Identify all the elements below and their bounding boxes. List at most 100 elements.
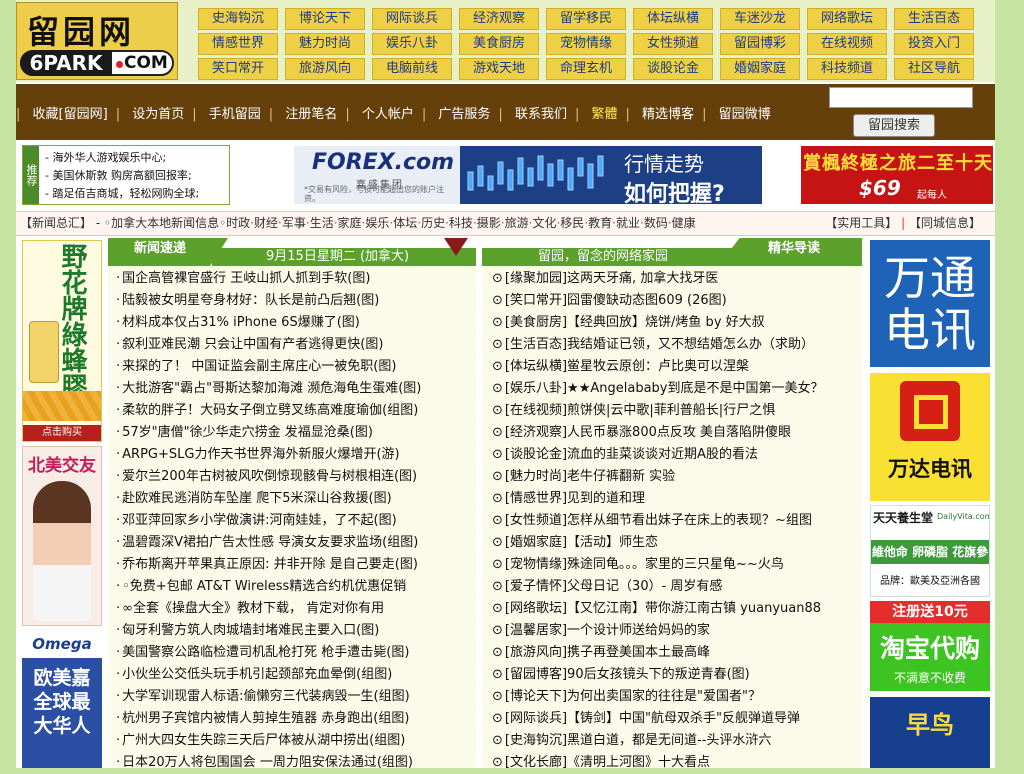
article-link[interactable]: 国企高管裸官盛行 王岐山抓人抓到手软(图) [122, 271, 370, 286]
article-link[interactable]: [博论天下]为何出卖国家的往往是"爱国者"？ [505, 689, 761, 704]
category-link[interactable]: 在线视频 [807, 33, 887, 55]
nav-weibo[interactable]: 留园微博 [719, 107, 771, 122]
article-link[interactable]: 美国警察公路临检遭司机乱枪打死 枪手遭击毙(图) [122, 645, 409, 660]
category-link[interactable]: 留园博彩 [720, 33, 800, 55]
category-link[interactable]: 网际谈兵 [372, 8, 452, 30]
news-category-link[interactable]: 历史 [421, 216, 445, 230]
category-link[interactable]: 娱乐八卦 [372, 33, 452, 55]
news-category-link[interactable]: 科技 [449, 216, 473, 230]
news-category-link[interactable]: 娱乐 [365, 216, 389, 230]
category-link[interactable]: 体坛纵横 [633, 8, 713, 30]
article-link[interactable]: [在线视频]煎饼侠|云中歌|菲利普船长|行尸之惧 [505, 403, 775, 418]
news-category-link[interactable]: 文化 [532, 216, 556, 230]
category-link[interactable]: 博论天下 [285, 8, 365, 30]
wantong-ad[interactable]: 万通电讯 [870, 240, 990, 367]
article-link[interactable]: [女性频道]怎样从细节看出妹子在床上的表现？~组图 [505, 513, 812, 528]
category-link[interactable]: 旅游风向 [285, 58, 365, 80]
honey-ad[interactable]: 野花牌綠蜂膠 点击购买 [22, 240, 102, 442]
nav-traditional[interactable]: 繁體 [592, 107, 618, 122]
article-link[interactable]: [经济观察]人民币暴涨800点反攻 美自落陷阱傻眼 [505, 425, 791, 440]
category-link[interactable]: 命理玄机 [546, 58, 626, 80]
dating-ad[interactable]: 北美交友 [22, 446, 102, 626]
category-link[interactable]: 社区导航 [894, 58, 974, 80]
forex-banner-ad[interactable]: FOREX.com 嘉盛集团 *交易有风险，亏损可能超出您的账户注资。 行情走势… [294, 146, 762, 204]
nav-account[interactable]: 个人帐户 [362, 107, 414, 122]
category-link[interactable]: 电脑前线 [372, 58, 452, 80]
category-link[interactable]: 女性频道 [633, 33, 713, 55]
article-link[interactable]: [爱子情怀]父母日记（30）- 周岁有感 [505, 579, 723, 594]
article-link[interactable]: 邓亚萍回家乡小学做演讲:河南娃娃，了不起(图) [122, 513, 397, 528]
category-link[interactable]: 情感世界 [198, 33, 278, 55]
article-link[interactable]: 爱尔兰200年古树被风吹倒惊现骸骨与树根相连(图) [122, 469, 417, 484]
article-link[interactable]: [网络歌坛]【又忆江南】带你游江南古镇 yuanyuan88 [505, 601, 821, 616]
category-link[interactable]: 史海钩沉 [198, 8, 278, 30]
recommend-link[interactable]: - 海外华人游戏娱乐中心; [45, 149, 199, 167]
taobao-ad[interactable]: 注册送10元 淘宝代购 不满意不收费 [870, 601, 990, 691]
category-link[interactable]: 科技频道 [807, 58, 887, 80]
article-link[interactable]: 大学军训现雷人标语:偷懒穷三代装病毁一生(组图) [122, 689, 410, 704]
article-link[interactable]: 柔软的胖子！大码女子倒立劈叉练高难度瑜伽(组图) [122, 403, 418, 418]
news-category-link[interactable]: 财经 [254, 216, 278, 230]
article-link[interactable]: [缘聚加园]这两天牙痛, 加拿大找牙医 [505, 271, 718, 286]
article-link[interactable]: 大批游客"霸占"哥斯达黎加海滩 濒危海龟生蛋难(图) [122, 381, 421, 396]
news-category-link[interactable]: 教育 [588, 216, 612, 230]
category-link[interactable]: 生活百态 [894, 8, 974, 30]
article-link[interactable]: 叙利亚难民潮 只会让中国有产者逃得更快(图) [122, 337, 383, 352]
news-category-link[interactable]: 生活 [310, 216, 334, 230]
nav-bookmark[interactable]: 收藏[留园网] [33, 107, 108, 122]
news-category-link[interactable]: 移民 [560, 216, 584, 230]
article-link[interactable]: [婚姻家庭]【活动】师生恋 [505, 535, 658, 550]
article-link[interactable]: [旅游风向]携子再登美国本土最高峰 [505, 645, 710, 660]
search-button[interactable]: 留园搜索 [853, 114, 935, 137]
article-link[interactable]: [谈股论金]流血的韭菜谈谈对近期A股的看法 [505, 447, 758, 462]
site-logo[interactable]: 留园网 6PARK COM [16, 2, 178, 80]
article-link[interactable]: [史海钩沉]黑道白道，都是无间道--头评水浒六 [505, 733, 772, 748]
category-link[interactable]: 宠物情缘 [546, 33, 626, 55]
news-category-link[interactable]: 家庭 [338, 216, 362, 230]
news-hub-link[interactable]: 【新闻总汇】 [20, 216, 92, 230]
news-category-link[interactable]: 数码 [644, 216, 668, 230]
nav-register[interactable]: 注册笔名 [285, 107, 337, 122]
article-link[interactable]: [生活百态]我结婚证已领，又不想结婚怎么办（求助） [505, 337, 814, 352]
honey-buy-button[interactable]: 点击购买 [23, 425, 101, 441]
article-link[interactable]: 来探的了！ 中国证监会副主席庄心一被免职(图) [122, 359, 396, 374]
category-link[interactable]: 网络歌坛 [807, 8, 887, 30]
category-link[interactable]: 婚姻家庭 [720, 58, 800, 80]
news-category-link[interactable]: 时政 [226, 216, 250, 230]
nav-contact[interactable]: 联系我们 [515, 107, 567, 122]
article-link[interactable]: [美食厨房]【经典回放】烧饼/烤鱼 by 好大叔 [505, 315, 765, 330]
news-category-link[interactable]: 体坛 [393, 216, 417, 230]
recommend-link[interactable]: - 踏足佰吉商城，轻松网购全球; [45, 185, 199, 203]
category-link[interactable]: 魅力时尚 [285, 33, 365, 55]
nav-mobile[interactable]: 手机留园 [209, 107, 261, 122]
category-link[interactable]: 游戏天地 [459, 58, 539, 80]
article-link[interactable]: 57岁"唐僧"徐少华走穴捞金 发福显沧桑(图) [122, 425, 373, 440]
article-link[interactable]: 匈牙利警方筑人肉城墙封堵难民主要入口(图) [122, 623, 379, 638]
article-link[interactable]: [魅力时尚]老牛仔裤翻新 实验 [505, 469, 675, 484]
category-link[interactable]: 车迷沙龙 [720, 8, 800, 30]
article-link[interactable]: 杭州男子宾馆内被情人剪掉生殖器 赤身跑出(组图) [122, 711, 409, 726]
category-link[interactable]: 留学移民 [546, 8, 626, 30]
article-link[interactable]: 乔布斯离开苹果真正原因: 并非开除 是自己要走(图) [122, 557, 418, 572]
article-link[interactable]: [笑口常开]囧雷傻缺动态图609 (26图) [505, 293, 727, 308]
category-link[interactable]: 经济观察 [459, 8, 539, 30]
local-info-link[interactable]: 【同城信息】 [909, 216, 981, 230]
article-link[interactable]: [网际谈兵]【铸剑】中国"航母双杀手"反舰弹道导弹 [505, 711, 800, 726]
article-link[interactable]: 赴欧难民逃消防车坠崖 爬下5米深山谷救援(图) [122, 491, 392, 506]
category-link[interactable]: 美食厨房 [459, 33, 539, 55]
article-link[interactable]: 温碧霞深V裙拍广告太性感 导演女友要求监场(组图) [122, 535, 418, 550]
article-link[interactable]: ◦免费+包邮 AT&T Wireless精选合约机优惠促销 [122, 579, 406, 594]
article-link[interactable]: ARPG+SLG力作天书世界海外新服火爆增开(游) [122, 447, 399, 462]
category-link[interactable]: 笑口常开 [198, 58, 278, 80]
nav-blogs[interactable]: 精选博客 [642, 107, 694, 122]
article-link[interactable]: [娱乐八卦]★★Angelababy到底是不是中国第一美女？ [505, 381, 824, 396]
news-category-link[interactable]: 摄影 [477, 216, 501, 230]
article-link[interactable]: 陆毅被女明星夸身材好：队长是前凸后翘(图) [122, 293, 379, 308]
article-link[interactable]: [留园博客]90后女孩镜头下的叛逆青春(图) [505, 667, 750, 682]
early-bird-ad[interactable]: 早鸟 [870, 697, 990, 768]
news-category-link[interactable]: 就业 [616, 216, 640, 230]
omega-ad[interactable]: Omega 欧美嘉全球最大华人 [22, 630, 102, 768]
news-category-link[interactable]: 军事 [282, 216, 306, 230]
news-category-link[interactable]: 健康 [672, 216, 696, 230]
vita-ad[interactable]: 天天養生堂 DailyVita.com 維他命 卵磷脂 花旗參 品牌：歐美及亞洲… [870, 505, 990, 597]
